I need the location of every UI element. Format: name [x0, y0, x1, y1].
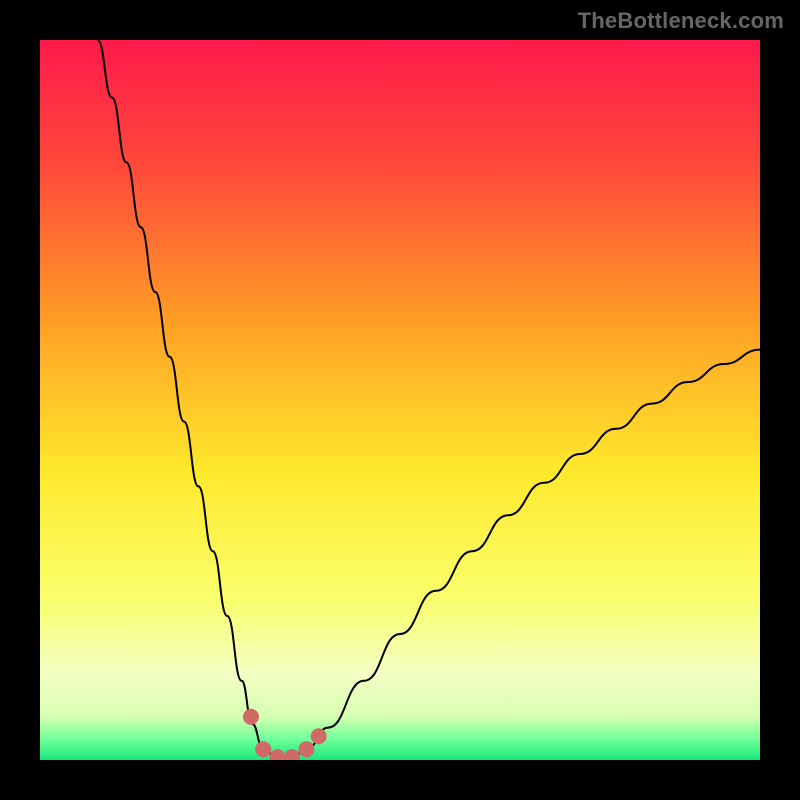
chart-svg	[40, 40, 760, 760]
gradient-background	[40, 40, 760, 760]
plot-area	[40, 40, 760, 760]
watermark-text: TheBottleneck.com	[578, 8, 784, 34]
curve-marker	[243, 709, 259, 725]
curve-marker	[255, 741, 271, 757]
curve-marker	[298, 741, 314, 757]
chart-frame: TheBottleneck.com	[0, 0, 800, 800]
curve-marker	[311, 728, 327, 744]
